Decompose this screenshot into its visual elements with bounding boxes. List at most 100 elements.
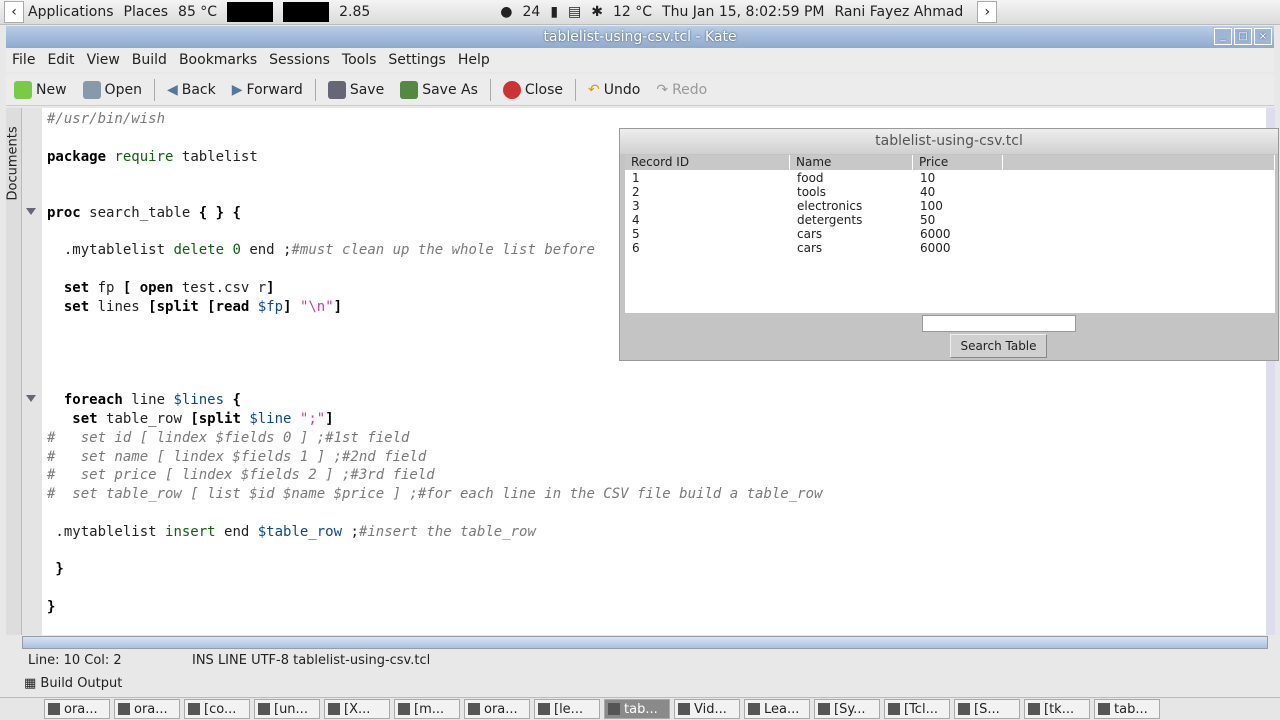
table-cell[interactable]: 50 xyxy=(913,213,935,227)
panel-right-arrow[interactable]: › xyxy=(977,1,998,23)
menu-tools[interactable]: Tools xyxy=(336,52,383,68)
open-button[interactable]: Open xyxy=(75,80,150,99)
redo-label: Redo xyxy=(672,81,708,98)
table-cell[interactable]: cars xyxy=(790,227,822,241)
taskbar-item[interactable]: Vid... xyxy=(674,699,740,719)
applications-menu[interactable]: Applications xyxy=(28,4,114,20)
forward-button[interactable]: ▶ Forward xyxy=(224,82,311,98)
taskbar-item[interactable]: [Sy... xyxy=(814,699,880,719)
menu-view[interactable]: View xyxy=(81,52,126,68)
clock[interactable]: Thu Jan 15, 8:02:59 PM xyxy=(662,4,824,20)
table-cell[interactable]: cars xyxy=(790,241,822,255)
undo-button[interactable]: ↶ Undo xyxy=(580,82,648,98)
globe-icon[interactable]: ● xyxy=(500,4,512,20)
table-cell[interactable]: detergents xyxy=(790,213,862,227)
panel-left-arrow[interactable]: ‹ xyxy=(4,1,24,23)
toolbar: New Open ◀ Back ▶ Forward Save Save As Clo… xyxy=(6,74,1274,106)
table-cell[interactable]: tools xyxy=(790,185,826,199)
taskbar-item[interactable]: tab... xyxy=(1094,699,1160,719)
flag-icon[interactable]: ▤ xyxy=(568,4,581,20)
horizontal-scrollbar[interactable] xyxy=(22,636,1268,649)
taskbar-item[interactable]: Lea... xyxy=(744,699,810,719)
code-token: ; xyxy=(342,523,359,540)
taskbar-item[interactable]: [m... xyxy=(394,699,460,719)
redo-icon: ↷ xyxy=(656,81,669,98)
app-icon xyxy=(1028,703,1040,715)
menu-help[interactable]: Help xyxy=(452,52,496,68)
search-input[interactable] xyxy=(922,315,1076,332)
table-cell[interactable]: electronics xyxy=(790,199,862,213)
table-cell[interactable]: 3 xyxy=(625,199,640,213)
new-button[interactable]: New xyxy=(6,80,75,99)
taskbar-label: ora... xyxy=(484,701,518,717)
close-window-button[interactable]: × xyxy=(1254,28,1272,45)
table-cell[interactable]: 10 xyxy=(913,171,935,185)
menu-build[interactable]: Build xyxy=(126,52,173,68)
code-token: $line xyxy=(249,411,292,427)
menu-edit[interactable]: Edit xyxy=(41,52,80,68)
taskbar-item[interactable]: ora... xyxy=(114,699,180,719)
table-cell[interactable]: 4 xyxy=(625,213,640,227)
column-header-name[interactable]: Name xyxy=(790,155,913,170)
redo-button[interactable]: ↷ Redo xyxy=(648,82,715,98)
close-button[interactable]: Close xyxy=(495,80,571,99)
back-button[interactable]: ◀ Back xyxy=(159,82,224,98)
table-cell[interactable]: 6000 xyxy=(913,227,951,241)
taskbar-item[interactable]: [le... xyxy=(534,699,600,719)
table-cell[interactable]: food xyxy=(790,171,824,185)
code-token: { xyxy=(224,392,241,409)
table-cell[interactable]: 2 xyxy=(625,185,640,199)
taskbar-item[interactable]: [Tcl... xyxy=(884,699,950,719)
taskbar-item[interactable]: [co... xyxy=(184,699,250,719)
taskbar-label: ora... xyxy=(134,701,168,717)
back-arrow-icon: ◀ xyxy=(166,81,178,98)
code-token: tablelist xyxy=(173,148,258,165)
maximize-button[interactable]: □ xyxy=(1234,28,1252,45)
code-token: set xyxy=(72,411,98,427)
taskbar-label: Lea... xyxy=(764,701,800,717)
fold-gutter[interactable] xyxy=(22,108,42,635)
fold-arrow-icon[interactable] xyxy=(26,208,36,215)
taskbar-item[interactable]: ora... xyxy=(464,699,530,719)
battery-icon[interactable]: ▮ xyxy=(550,4,558,20)
taskbar-item[interactable]: ora... xyxy=(44,699,110,719)
save-as-button[interactable]: Save As xyxy=(392,80,486,99)
table-cell[interactable]: 40 xyxy=(913,185,935,199)
places-menu[interactable]: Places xyxy=(124,4,169,20)
tablelist[interactable]: Record ID Name Price 1 food 10 2 tools 40 3 ele… xyxy=(625,155,1275,313)
calendar-icon[interactable]: 24 xyxy=(522,4,540,20)
table-cell[interactable]: 1 xyxy=(625,171,640,185)
taskbar-label: Vid... xyxy=(694,701,727,717)
menu-file[interactable]: File xyxy=(6,52,41,68)
undo-icon: ↶ xyxy=(588,81,600,98)
taskbar-label: [m... xyxy=(414,701,445,717)
taskbar-item[interactable]: tab... xyxy=(604,699,670,719)
taskbar-item[interactable]: [S... xyxy=(954,699,1020,719)
table-cell[interactable]: 100 xyxy=(913,199,943,213)
column-header-price[interactable]: Price xyxy=(913,155,1003,170)
code-token: set xyxy=(63,279,90,296)
cpu-graph xyxy=(227,2,274,22)
menu-settings[interactable]: Settings xyxy=(382,52,451,68)
column-header-record-id[interactable]: Record ID xyxy=(625,155,790,170)
user-menu[interactable]: Rani Fayez Ahmad xyxy=(834,4,963,20)
minimize-button[interactable]: _ xyxy=(1214,28,1232,45)
taskbar-item[interactable]: [X... xyxy=(324,699,390,719)
save-button[interactable]: Save xyxy=(320,80,392,99)
weather-readout[interactable]: 12 °C xyxy=(613,4,652,20)
code-line: } xyxy=(47,598,822,617)
table-cell[interactable]: 6000 xyxy=(913,241,951,255)
menu-bookmarks[interactable]: Bookmarks xyxy=(173,52,263,68)
documents-sidebar-tab[interactable]: Documents xyxy=(6,108,22,635)
table-cell[interactable]: 6 xyxy=(625,241,640,255)
fold-arrow-icon[interactable] xyxy=(26,395,36,402)
table-cell[interactable]: 5 xyxy=(625,227,640,241)
bluetooth-icon[interactable]: ✱ xyxy=(591,4,603,20)
taskbar-item[interactable]: [tk... xyxy=(1024,699,1090,719)
build-output-tab[interactable]: ▦ Build Output xyxy=(24,676,122,691)
save-as-icon xyxy=(400,80,419,99)
taskbar-item[interactable]: [un... xyxy=(254,699,320,719)
search-table-button[interactable]: Search Table xyxy=(950,334,1047,358)
code-line: .mytablelist insert end $table_row ;#ins… xyxy=(47,523,822,542)
menu-sessions[interactable]: Sessions xyxy=(263,52,336,68)
